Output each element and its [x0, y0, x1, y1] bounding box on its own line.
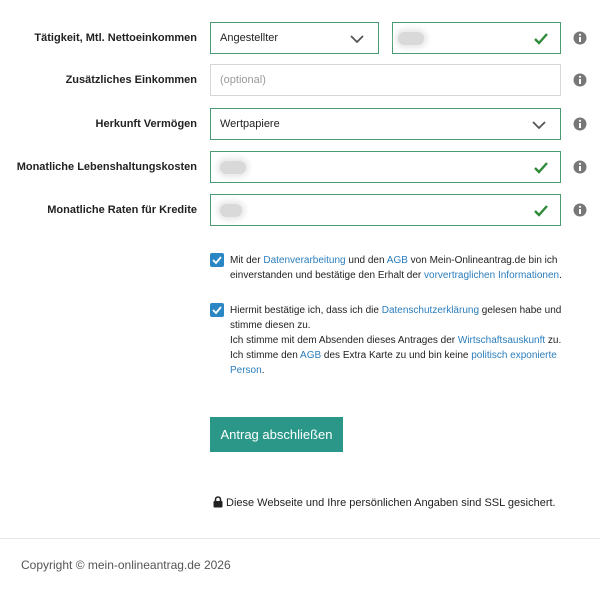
- consent-checkbox-1[interactable]: [210, 253, 224, 267]
- redacted-value: [220, 161, 246, 174]
- consent-text: Ich stimme mit dem Absenden dieses Antra…: [230, 335, 458, 346]
- info-icon[interactable]: [573, 31, 587, 45]
- consent-privacy-agb: Mit der Datenverarbeitung und den AGB vo…: [210, 253, 570, 299]
- check-icon: [534, 33, 548, 45]
- asset-origin-select-value: Wertpapiere: [220, 118, 280, 130]
- redacted-value: [220, 204, 242, 217]
- chevron-down-icon: [350, 35, 364, 44]
- link-wirtschaftsauskunft[interactable]: Wirtschaftsauskunft: [458, 335, 545, 346]
- info-icon[interactable]: [573, 203, 587, 217]
- check-icon: [534, 205, 548, 217]
- consent-text: und den: [345, 255, 387, 266]
- consent-text: Hiermit bestätige ich, dass ich die: [230, 305, 382, 316]
- ssl-notice: Diese Webseite und Ihre persönlichen Ang…: [213, 496, 556, 510]
- footer-copyright: Copyright © mein-onlineantrag.de 2026: [21, 558, 231, 572]
- net-income-input[interactable]: [392, 22, 561, 54]
- consent-checkbox-2[interactable]: [210, 303, 224, 317]
- consent-text: des Extra Karte zu und bin keine: [321, 350, 472, 361]
- living-costs-row: Monatliche Lebenshaltungskosten: [0, 151, 600, 183]
- living-costs-input[interactable]: [210, 151, 561, 183]
- asset-origin-select[interactable]: Wertpapiere: [210, 108, 561, 140]
- consent-text: .: [261, 365, 265, 376]
- info-icon[interactable]: [573, 117, 587, 131]
- consent-paragraph: Ich stimme den AGB des Extra Karte zu un…: [230, 348, 570, 378]
- link-vorvertragliche-informationen[interactable]: vorvertraglichen Informationen: [424, 270, 559, 281]
- employment-label: Tätigkeit, Mtl. Nettoeinkommen: [34, 32, 197, 44]
- consent-text: Mit der: [230, 255, 264, 266]
- lock-icon: [213, 496, 223, 508]
- loan-rates-input[interactable]: [210, 194, 561, 226]
- link-datenschutzerklaerung[interactable]: Datenschutzerklärung: [382, 305, 479, 316]
- additional-income-label: Zusätzliches Einkommen: [65, 74, 197, 86]
- employment-select-value: Angestellter: [220, 32, 279, 44]
- chevron-down-icon: [532, 121, 546, 130]
- submit-button[interactable]: Antrag abschließen: [210, 417, 343, 452]
- asset-origin-label: Herkunft Vermögen: [95, 118, 197, 130]
- additional-income-placeholder: (optional): [220, 74, 266, 86]
- loan-rates-label: Monatliche Raten für Kredite: [47, 204, 197, 216]
- employment-row: Tätigkeit, Mtl. Nettoeinkommen Angestell…: [0, 22, 600, 54]
- info-icon[interactable]: [573, 73, 587, 87]
- consent-text-1: Mit der Datenverarbeitung und den AGB vo…: [230, 253, 570, 283]
- additional-income-input[interactable]: (optional): [210, 64, 561, 96]
- redacted-value: [398, 32, 424, 45]
- link-agb[interactable]: AGB: [300, 350, 321, 361]
- check-icon: [212, 306, 222, 315]
- consent-paragraph: Hiermit bestätige ich, dass ich die Date…: [230, 303, 570, 333]
- consent-paragraph: Ich stimme mit dem Absenden dieses Antra…: [230, 333, 570, 348]
- link-agb[interactable]: AGB: [387, 255, 408, 266]
- footer-divider: [0, 538, 600, 539]
- consent-text: zu.: [545, 335, 562, 346]
- loan-rates-row: Monatliche Raten für Kredite: [0, 194, 600, 226]
- asset-origin-row: Herkunft Vermögen Wertpapiere: [0, 108, 600, 140]
- additional-income-row: Zusätzliches Einkommen (optional): [0, 64, 600, 96]
- check-icon: [534, 162, 548, 174]
- consent-text-2: Hiermit bestätige ich, dass ich die Date…: [230, 303, 570, 378]
- check-icon: [212, 256, 222, 265]
- consent-schufa-agb: Hiermit bestätige ich, dass ich die Date…: [210, 303, 570, 395]
- ssl-notice-text: Diese Webseite und Ihre persönlichen Ang…: [226, 497, 556, 509]
- consent-text: Ich stimme den: [230, 350, 301, 361]
- consent-text: .: [559, 270, 562, 281]
- info-icon[interactable]: [573, 160, 587, 174]
- employment-select[interactable]: Angestellter: [210, 22, 379, 54]
- living-costs-label: Monatliche Lebenshaltungskosten: [16, 161, 197, 173]
- link-datenverarbeitung[interactable]: Datenverarbeitung: [263, 255, 345, 266]
